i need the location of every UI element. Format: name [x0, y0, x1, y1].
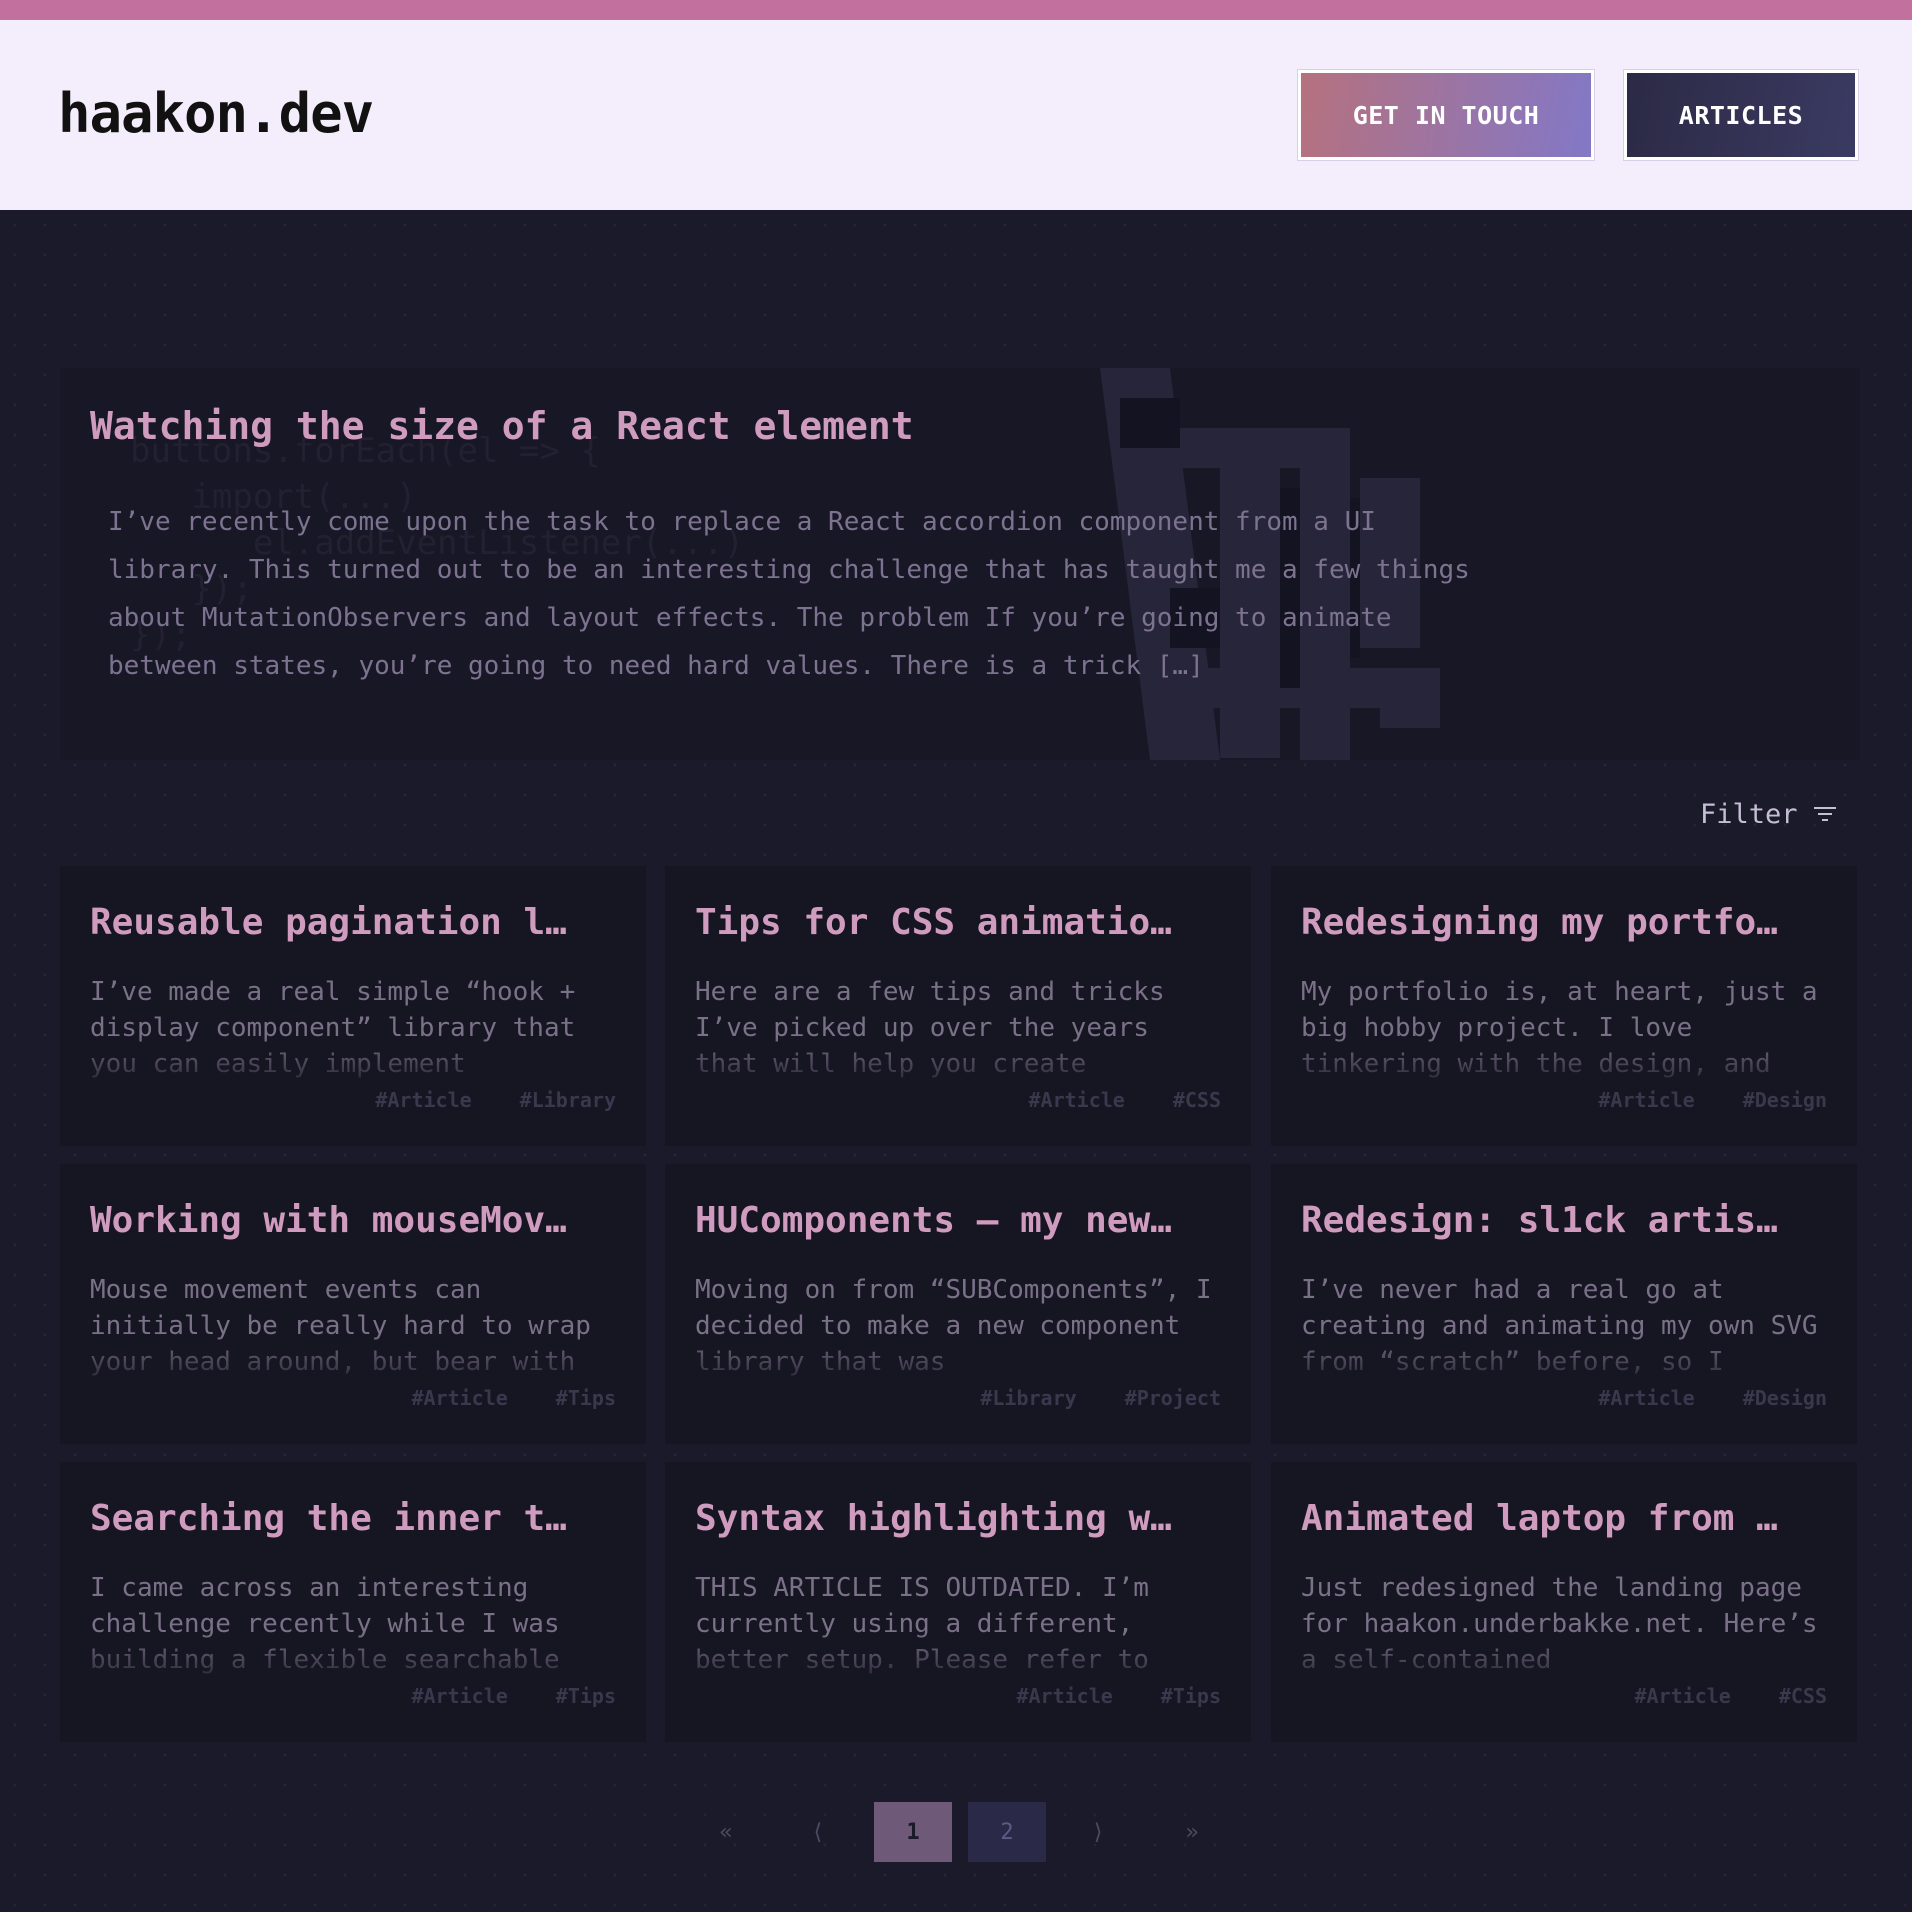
- article-card[interactable]: Animated laptop from … Just redesigned t…: [1271, 1462, 1857, 1742]
- next-page-button[interactable]: ⟩: [1058, 1802, 1138, 1862]
- card-tag[interactable]: #Design: [1743, 1386, 1827, 1410]
- page-2-button[interactable]: 2: [968, 1802, 1046, 1862]
- featured-title[interactable]: Watching the size of a React element: [90, 404, 914, 448]
- card-tag[interactable]: #Library: [520, 1088, 616, 1112]
- card-tags: #Article #Design: [1598, 1088, 1827, 1112]
- card-title[interactable]: Syntax highlighting w…: [695, 1498, 1215, 1539]
- card-tag[interactable]: #Article: [1016, 1684, 1112, 1708]
- filter-label: Filter: [1700, 798, 1798, 830]
- prev-page-button[interactable]: ⟨: [778, 1802, 858, 1862]
- card-tag[interactable]: #Project: [1125, 1386, 1221, 1410]
- filter-button[interactable]: Filter: [1700, 796, 1836, 832]
- card-tags: #Article #CSS: [1029, 1088, 1222, 1112]
- card-tags: #Article #Tips: [411, 1386, 616, 1410]
- card-tags: #Article #CSS: [1635, 1684, 1828, 1708]
- card-tag[interactable]: #Tips: [556, 1386, 616, 1410]
- top-accent-strip: [0, 0, 1912, 20]
- card-tag[interactable]: #Article: [375, 1088, 471, 1112]
- featured-excerpt: I’ve recently come upon the task to repl…: [108, 507, 1470, 681]
- card-tag[interactable]: #Tips: [556, 1684, 616, 1708]
- article-card[interactable]: Redesign: sl1ck artis… I’ve never had a …: [1271, 1164, 1857, 1444]
- card-tag[interactable]: #Library: [980, 1386, 1076, 1410]
- article-card[interactable]: Searching the inner t… I came across an …: [60, 1462, 646, 1742]
- card-tag[interactable]: #Article: [1598, 1088, 1694, 1112]
- site-logo[interactable]: haakon.dev: [58, 82, 374, 145]
- card-tag[interactable]: #Tips: [1161, 1684, 1221, 1708]
- card-tag[interactable]: #CSS: [1779, 1684, 1827, 1708]
- card-title[interactable]: Working with mouseMov…: [90, 1200, 610, 1241]
- card-title[interactable]: Reusable pagination l…: [90, 902, 610, 943]
- card-title[interactable]: Searching the inner t…: [90, 1498, 610, 1539]
- card-title[interactable]: Tips for CSS animatio…: [695, 902, 1215, 943]
- articles-button[interactable]: ARTICLES: [1624, 70, 1858, 160]
- card-tag[interactable]: #Article: [411, 1684, 507, 1708]
- card-tags: #Article #Library: [375, 1088, 616, 1112]
- article-card[interactable]: Redesigning my portfo… My portfolio is, …: [1271, 866, 1857, 1146]
- article-card[interactable]: Tips for CSS animatio… Here are a few ti…: [665, 866, 1251, 1146]
- card-tag[interactable]: #Article: [1029, 1088, 1125, 1112]
- page-1-button[interactable]: 1: [874, 1802, 952, 1862]
- card-tag[interactable]: #Design: [1743, 1088, 1827, 1112]
- article-card[interactable]: HUComponents – my new… Moving on from “S…: [665, 1164, 1251, 1444]
- get-in-touch-button[interactable]: GET IN TOUCH: [1298, 70, 1594, 160]
- article-card[interactable]: Syntax highlighting w… THIS ARTICLE IS O…: [665, 1462, 1251, 1742]
- card-title[interactable]: HUComponents – my new…: [695, 1200, 1215, 1241]
- card-tag[interactable]: #Article: [1598, 1386, 1694, 1410]
- card-title[interactable]: Redesigning my portfo…: [1301, 902, 1821, 943]
- first-page-button[interactable]: «: [686, 1802, 766, 1862]
- card-tags: #Article #Design: [1598, 1386, 1827, 1410]
- card-title[interactable]: Redesign: sl1ck artis…: [1301, 1200, 1821, 1241]
- filter-icon: [1813, 807, 1836, 821]
- card-title[interactable]: Animated laptop from …: [1301, 1498, 1821, 1539]
- card-tags: #Article #Tips: [1016, 1684, 1221, 1708]
- card-tag[interactable]: #CSS: [1173, 1088, 1221, 1112]
- last-page-button[interactable]: »: [1152, 1802, 1232, 1862]
- card-tags: #Article #Tips: [411, 1684, 616, 1708]
- card-tags: #Library #Project: [980, 1386, 1221, 1410]
- card-tag[interactable]: #Article: [411, 1386, 507, 1410]
- featured-article[interactable]: buttons.forEach(el => { import(...) el.a…: [60, 368, 1860, 760]
- article-card[interactable]: Working with mouseMov… Mouse movement ev…: [60, 1164, 646, 1444]
- site-header: haakon.dev GET IN TOUCH ARTICLES: [0, 20, 1912, 210]
- card-tag[interactable]: #Article: [1635, 1684, 1731, 1708]
- article-card[interactable]: Reusable pagination l… I’ve made a real …: [60, 866, 646, 1146]
